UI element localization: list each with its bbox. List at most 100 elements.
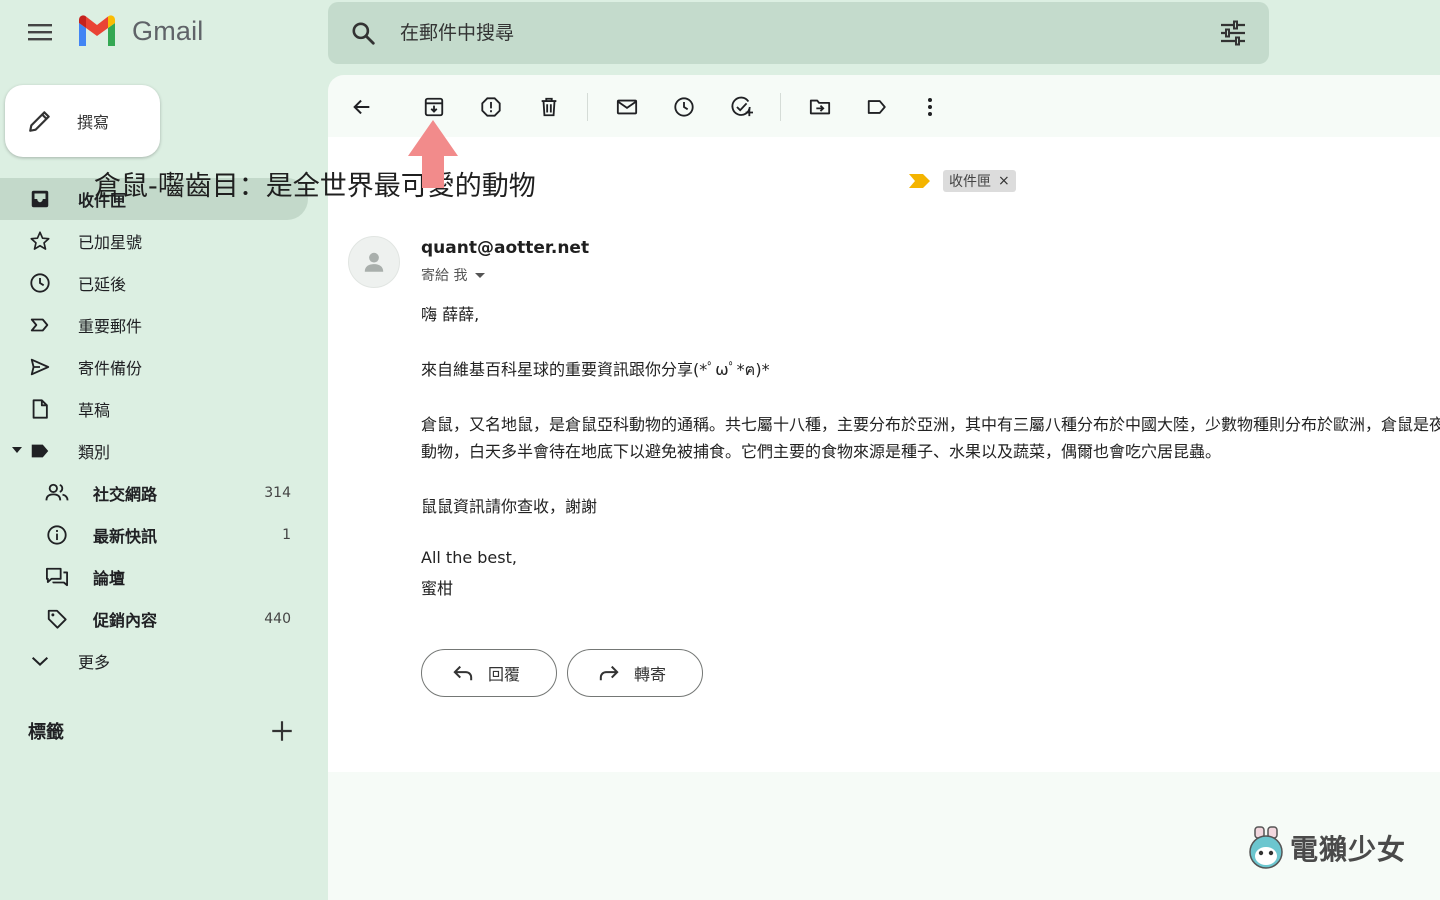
sidebar-item-label: 重要郵件 [78,317,143,336]
labels-button[interactable] [861,91,893,123]
inbox-label-chip: 收件匣 × [943,170,1016,192]
labels-title: 標籤 [28,722,64,743]
chevron-down-icon [31,657,49,667]
add-task-button[interactable] [726,91,758,123]
more-options-button[interactable] [914,91,946,123]
main-menu-button[interactable] [22,14,58,50]
mark-unread-icon [616,99,638,115]
back-arrow-icon [353,99,370,115]
sidebar-item-label: 最新快訊 [93,527,158,546]
sidebar-item-snoozed[interactable]: 已延後 [0,262,308,304]
labels-section-header: 標籤 [28,716,298,746]
sidebar-item-label: 社交網路 [93,485,158,504]
compose-label: 撰寫 [77,113,110,132]
move-to-button[interactable] [804,91,836,123]
delete-button[interactable] [533,91,565,123]
compose-button[interactable]: 撰寫 [5,85,160,157]
archive-icon [424,97,444,117]
search-options-icon[interactable] [1219,20,1247,46]
sidebar-item-categories[interactable]: 類別 [0,430,308,472]
search-icon[interactable] [350,20,376,46]
sidebar-item-sent[interactable]: 寄件備份 [0,346,308,388]
avatar[interactable] [348,236,400,288]
sidebar-item-label: 已延後 [78,275,127,294]
delete-icon [541,97,557,117]
email-greeting: 嗨 薛薛, [421,305,480,324]
label-icon [31,444,49,458]
email-body-line: 來自維基百科星球的重要資訊跟你分享(*ﾟωﾟ*ฅ)* [421,360,770,379]
email-signature: 蜜柑 [421,579,454,598]
back-button[interactable] [346,91,378,123]
sidebar-item-social[interactable]: 社交網路 314 [0,472,308,514]
report-spam-icon [481,97,501,117]
person-icon [364,252,384,272]
sidebar-item-label: 類別 [78,443,111,462]
sidebar-item-promotions[interactable]: 促銷內容 440 [0,598,308,640]
gmail-m-icon [79,15,115,46]
email-signoff: All the best, [421,548,517,567]
forum-icon [46,567,69,587]
sidebar-item-label: 促銷內容 [93,611,158,630]
unread-count: 1 [282,527,291,543]
reply-button[interactable]: 回覆 [421,649,557,697]
sidebar-item-label: 更多 [78,653,111,672]
pencil-icon [29,111,50,132]
annotation-arrow-icon [408,120,458,188]
sidebar-item-drafts[interactable]: 草稿 [0,388,308,430]
email-subject: 倉鼠-囓齒目：是全世界最可愛的動物 [94,171,536,202]
add-task-icon [731,96,753,117]
sidebar-item-label: 已加星號 [78,233,143,252]
email-body-line: 動物，白天多半會待在地底下以避免被捕食。它們主要的食物來源是種子、水果以及蔬菜，… [421,442,1222,461]
toolbar-divider [587,93,588,121]
sidebar-item-updates[interactable]: 最新快訊 1 [0,514,308,556]
hamburger-menu-icon [28,24,52,41]
star-icon [30,231,50,250]
mascot-icon [1249,826,1283,869]
clock-icon [30,273,50,293]
forward-button[interactable]: 轉寄 [567,649,703,697]
remove-label-button[interactable]: × [998,173,1010,189]
reply-icon [453,665,473,681]
message-toolbar [328,75,1440,137]
important-marker-icon[interactable] [908,172,932,190]
sidebar-item-important[interactable]: 重要郵件 [0,304,308,346]
gmail-wordmark: Gmail [132,15,204,46]
sidebar-nav: 收件匣 已加星號 已延後 重要郵件 寄件備份 草稿 類別 社交網路 314 最新… [0,178,308,682]
unread-count: 314 [264,485,291,501]
unread-count: 440 [264,611,291,627]
inbox-icon [31,190,49,208]
more-vert-icon [928,98,932,116]
expand-caret-icon[interactable] [12,447,22,453]
sidebar-item-label: 論壇 [93,569,126,588]
forward-icon [599,665,619,681]
people-icon [45,483,69,501]
tag-icon [47,609,67,629]
chip-label: 收件匣 [949,174,991,190]
forward-label: 轉寄 [634,665,667,684]
reply-label: 回覆 [488,665,521,684]
sidebar-item-forums[interactable]: 論壇 [0,556,308,598]
email-body-line: 倉鼠，又名地鼠，是倉鼠亞科動物的通稱。共七屬十八種，主要分布於亞洲，其中有三屬八… [421,415,1440,434]
label-important-icon [30,318,49,332]
watermark: 電獺少女 [1246,826,1406,870]
search-bar[interactable] [328,2,1269,64]
move-to-icon [809,99,831,115]
info-icon [47,525,67,545]
mark-unread-button[interactable] [611,91,643,123]
show-details-caret-icon[interactable] [475,272,486,278]
toolbar-divider [780,93,781,121]
search-input[interactable] [400,22,1219,44]
sidebar-item-label: 草稿 [78,401,111,420]
watermark-text: 電獺少女 [1290,833,1407,866]
sender-address[interactable]: quant@aotter.net [421,238,589,258]
plus-icon[interactable] [269,718,295,744]
snooze-button[interactable] [668,91,700,123]
email-body-line: 鼠鼠資訊請你查收，謝謝 [421,497,598,516]
gmail-logo[interactable]: Gmail [76,15,204,47]
sidebar-item-more[interactable]: 更多 [0,640,308,682]
send-icon [30,358,50,376]
report-spam-button[interactable] [475,91,507,123]
recipient-line: 寄給 我 [421,265,486,285]
sidebar-item-starred[interactable]: 已加星號 [0,220,308,262]
label-icon [867,100,886,114]
